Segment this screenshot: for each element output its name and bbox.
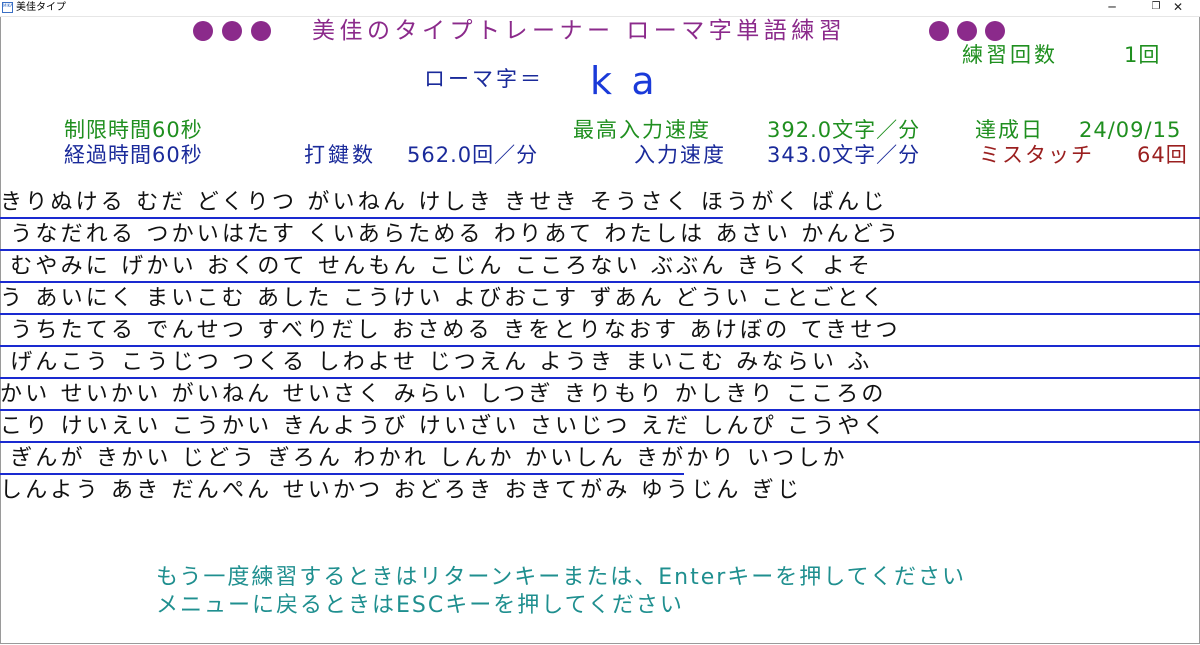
decorative-dot-icon	[985, 21, 1005, 41]
word-line: しんよう あき だんぺん せいかつ おどろき おきてがみ ゆうじん ぎじ	[0, 478, 803, 503]
window-title: 美佳タイプ	[16, 2, 66, 13]
word-line: ぎんが きかい じどう ぎろん わかれ しんか かいしん きがかり いつしか	[0, 446, 848, 471]
mistouch-label: ミスタッチ	[979, 143, 1094, 167]
practice-count-value: 1回	[1124, 43, 1161, 67]
app-icon: MIKA	[2, 2, 13, 13]
practice-count-label: 練習回数	[962, 43, 1058, 67]
best-speed-value: 392.0文字／分	[767, 118, 921, 142]
best-speed-label: 最高入力速度	[573, 118, 711, 142]
app-title: 美佳のタイプトレーナー ローマ字単語練習	[312, 18, 847, 44]
word-line: こり けいえい こうかい きんようび けいざい さいじつ えだ しんぴ こうやく	[0, 414, 888, 439]
decorative-dot-icon	[193, 21, 213, 41]
decorative-dot-icon	[929, 21, 949, 41]
decorative-dot-icon	[222, 21, 242, 41]
instruction-menu: メニューに戻るときはESCキーを押してください	[156, 593, 684, 618]
word-line: かい せいかい がいねん せいさく みらい しつぎ きりもり かしきり こころの	[0, 382, 887, 407]
word-line: うちたてる でんせつ すべりだし おさめる きをとりなおす あけぼの てきせつ	[0, 318, 901, 343]
word-line: むやみに げかい おくのて せんもん こじん こころない ぶぶん きらく よそ	[0, 254, 873, 279]
word-line: う あいにく まいこむ あした こうけい よびおこす ずあん どうい ことごとく	[0, 286, 887, 311]
close-button[interactable]: ✕	[1156, 0, 1200, 16]
speed-value: 343.0文字／分	[767, 143, 921, 167]
word-line: きりぬける むだ どくりつ がいねん けしき きせき そうさく ほうがく ばんじ	[0, 190, 888, 215]
title-bar: MIKA 美佳タイプ ─ ❐ ✕	[0, 0, 1200, 17]
word-line: うなだれる つかいはたす くいあらためる わりあて わたしは あさい かんどう	[0, 222, 902, 247]
keystrokes-label: 打鍵数	[304, 143, 376, 167]
decorative-dot-icon	[957, 21, 977, 41]
keystrokes-value: 562.0回／分	[407, 143, 539, 167]
mistouch-value: 64回	[1137, 143, 1188, 167]
word-line: げんこう こうじつ つくる しわよせ じつえん ようき まいこむ みならい ふ	[0, 350, 873, 375]
achieved-date-value: 24/09/15	[1079, 118, 1182, 142]
romaji-value: ka	[590, 59, 675, 103]
elapsed-time: 経過時間60秒	[64, 143, 203, 167]
romaji-label: ローマ字＝	[424, 67, 544, 91]
achieved-date-label: 達成日	[975, 118, 1044, 142]
speed-label: 入力速度	[634, 143, 726, 167]
time-limit: 制限時間60秒	[64, 118, 203, 142]
instructions: もう一度練習するときはリターンキーまたは、Enterキーを押してください メニュ…	[156, 564, 966, 620]
instruction-retry: もう一度練習するときはリターンキーまたは、Enterキーを押してください	[156, 565, 966, 590]
minimize-button[interactable]: ─	[1090, 0, 1134, 16]
decorative-dot-icon	[251, 21, 271, 41]
